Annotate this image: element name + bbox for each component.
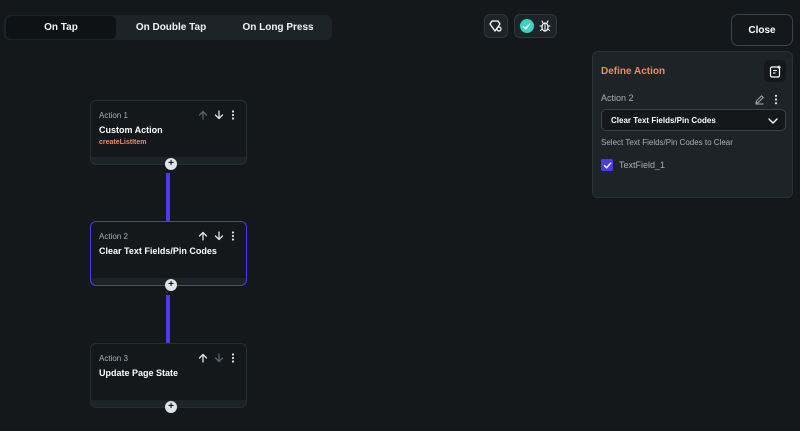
action-card-1[interactable]: Action 1 Custom Action createListItem +	[90, 100, 247, 170]
add-action-button[interactable]: +	[165, 401, 177, 413]
action-title: Update Page State	[99, 368, 179, 378]
checkmark-icon	[603, 162, 611, 168]
action-title: Clear Text Fields/Pin Codes	[99, 246, 217, 256]
trigger-tabs: On Tap On Double Tap On Long Press	[4, 15, 332, 40]
action-card-2[interactable]: Action 2 Clear Text Fields/Pin Codes +	[90, 221, 247, 291]
arrow-up-icon[interactable]	[197, 109, 209, 121]
diamond-settings-icon	[489, 20, 502, 32]
diamond-settings-button[interactable]	[484, 14, 508, 38]
arrow-down-icon[interactable]	[213, 230, 225, 242]
panel-title: Define Action	[601, 66, 666, 77]
action-card-3[interactable]: Action 3 Update Page State +	[90, 343, 247, 413]
more-vertical-icon[interactable]	[227, 230, 239, 242]
connector-line	[166, 295, 170, 344]
arrow-down-icon[interactable]	[213, 109, 225, 121]
dropdown-value: Clear Text Fields/Pin Codes	[611, 115, 716, 125]
tab-on-tap[interactable]: On Tap	[6, 16, 116, 39]
more-vertical-icon[interactable]	[227, 352, 239, 364]
clipboard-add-icon	[769, 65, 781, 78]
check-circle-icon[interactable]	[519, 19, 534, 33]
chevron-down-icon	[768, 118, 778, 124]
add-action-template-button[interactable]	[764, 60, 786, 82]
field-select-hint: Select Text Fields/Pin Codes to Clear	[601, 138, 733, 147]
add-action-button[interactable]: +	[165, 279, 177, 291]
more-vertical-icon[interactable]	[774, 92, 778, 110]
bug-icon[interactable]	[538, 19, 552, 33]
checkbox[interactable]	[601, 159, 613, 171]
action-number: Action 3	[99, 354, 128, 363]
action-number: Action 2	[99, 232, 128, 241]
edit-icon[interactable]	[754, 92, 765, 110]
connector-line	[166, 173, 170, 222]
action-subtitle: createListItem	[99, 139, 147, 146]
arrow-up-icon[interactable]	[197, 352, 209, 364]
arrow-down-icon[interactable]	[213, 352, 225, 364]
selected-action-label: Action 2	[601, 93, 634, 103]
close-button[interactable]: Close	[731, 14, 793, 46]
action-title: Custom Action	[99, 125, 163, 135]
tab-on-double-tap[interactable]: On Double Tap	[116, 16, 226, 39]
debug-toggle-group	[514, 14, 557, 38]
arrow-up-icon[interactable]	[197, 230, 209, 242]
add-action-button[interactable]: +	[165, 158, 177, 170]
define-action-panel: Define Action Action 2 Clear Text Fields…	[592, 51, 793, 198]
checkbox-label: TextField_1	[619, 160, 666, 170]
textfield-checkbox-row[interactable]: TextField_1	[601, 159, 665, 171]
action-type-dropdown[interactable]: Clear Text Fields/Pin Codes	[601, 109, 786, 131]
action-number: Action 1	[99, 111, 128, 120]
more-vertical-icon[interactable]	[227, 109, 239, 121]
tab-on-long-press[interactable]: On Long Press	[226, 16, 330, 39]
